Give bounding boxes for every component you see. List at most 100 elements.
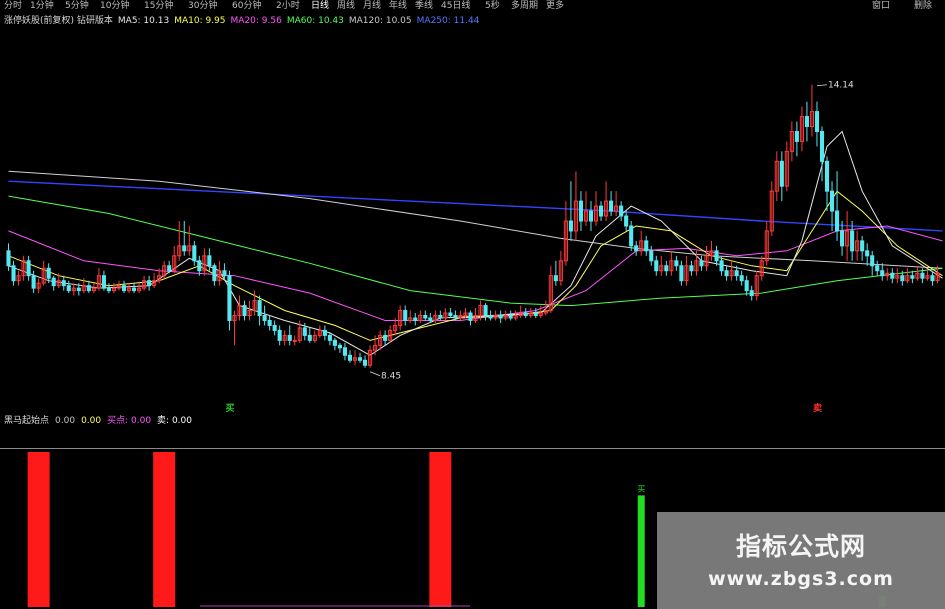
candle-body bbox=[277, 329, 282, 341]
candle-body bbox=[292, 339, 297, 342]
price-annotation: 8.45 bbox=[381, 372, 401, 382]
candle-body bbox=[850, 230, 855, 252]
candle-body bbox=[779, 160, 784, 187]
signal-marker: 买 bbox=[225, 403, 234, 414]
candle-body bbox=[588, 210, 594, 222]
candle-body bbox=[714, 250, 719, 262]
candle-body bbox=[76, 287, 81, 292]
candle-body bbox=[121, 285, 127, 292]
ma120-line bbox=[8, 170, 943, 269]
candle-body bbox=[624, 215, 629, 227]
candle-body bbox=[182, 245, 187, 252]
candle-body bbox=[302, 327, 307, 336]
candle-body bbox=[327, 334, 332, 341]
watermark-url: www.zbgs3.com bbox=[708, 568, 894, 590]
candle-body bbox=[61, 280, 66, 287]
candle-body bbox=[533, 312, 538, 316]
candle-body bbox=[26, 260, 31, 277]
candle-body bbox=[900, 275, 905, 282]
candle-body bbox=[634, 245, 639, 252]
candle-body bbox=[840, 230, 845, 247]
candle-body bbox=[227, 275, 232, 321]
candle-body bbox=[147, 280, 152, 287]
candle-body bbox=[664, 265, 669, 272]
candle-body bbox=[167, 265, 172, 272]
signal-bar-label: 买 bbox=[637, 484, 645, 493]
candle-body bbox=[332, 339, 337, 346]
candle-body bbox=[649, 250, 654, 262]
indicator-legend-item: 买点: 0.00 bbox=[107, 416, 152, 426]
candle-body bbox=[819, 130, 825, 162]
signal-bar bbox=[153, 452, 176, 607]
candle-body bbox=[824, 160, 830, 192]
candle-body bbox=[403, 310, 408, 321]
signal-bar bbox=[637, 495, 645, 607]
panel-divider bbox=[0, 448, 945, 449]
signal-bar bbox=[27, 452, 50, 607]
candle-body bbox=[890, 272, 895, 279]
candle-body bbox=[428, 317, 433, 321]
annotation-pointer bbox=[369, 371, 381, 377]
candle-body bbox=[267, 319, 272, 326]
candle-body bbox=[739, 275, 744, 282]
candle-body bbox=[629, 225, 634, 247]
candle-body bbox=[644, 240, 649, 252]
candle-body bbox=[362, 359, 368, 366]
candle-body bbox=[829, 190, 835, 212]
indicator-legend-title: 黑马起始点 bbox=[4, 416, 50, 426]
candle-body bbox=[383, 334, 388, 341]
signal-marker: 卖 bbox=[813, 402, 822, 414]
candle-body bbox=[814, 111, 820, 132]
candle-body bbox=[498, 315, 503, 319]
candle-body bbox=[357, 357, 363, 361]
candle-body bbox=[598, 205, 604, 217]
candle-body bbox=[523, 312, 528, 316]
candle-body bbox=[51, 277, 56, 287]
candle-body bbox=[347, 354, 353, 361]
candle-body bbox=[257, 300, 262, 317]
annotation-pointer bbox=[816, 84, 828, 87]
candle-body bbox=[272, 324, 277, 331]
indicator-legend: 黑马起始点 0.00 0.00 买点: 0.00 卖: 0.00 bbox=[4, 415, 198, 428]
candle-body bbox=[46, 267, 51, 279]
candle-body bbox=[674, 260, 679, 267]
candle-body bbox=[337, 344, 342, 349]
candle-body bbox=[11, 265, 16, 282]
signal-bar bbox=[429, 452, 452, 607]
indicator-legend-item: 卖: 0.00 bbox=[157, 416, 192, 426]
candle-body bbox=[322, 329, 327, 336]
candle-body bbox=[749, 290, 754, 297]
candle-body bbox=[875, 265, 880, 272]
candle-body bbox=[448, 312, 453, 316]
candle-body bbox=[794, 130, 799, 142]
candle-body bbox=[287, 334, 292, 341]
candle-body bbox=[192, 245, 197, 262]
candle-body bbox=[578, 200, 584, 222]
candle-body bbox=[835, 210, 840, 232]
candle-body bbox=[453, 315, 458, 319]
candle-body bbox=[654, 260, 659, 272]
candle-body bbox=[719, 260, 724, 272]
candle-body bbox=[262, 315, 267, 321]
candle-body bbox=[870, 255, 875, 267]
candle-body bbox=[724, 270, 729, 277]
candle-body bbox=[438, 315, 443, 319]
candle-body bbox=[699, 260, 704, 267]
watermark-title: 指标公式网 bbox=[735, 532, 866, 561]
ma60-line bbox=[8, 195, 943, 307]
candle-body bbox=[131, 287, 137, 292]
candle-body bbox=[212, 265, 217, 282]
candle-body bbox=[865, 250, 870, 257]
candle-body bbox=[920, 272, 925, 279]
candle-body bbox=[101, 275, 106, 289]
candle-body bbox=[307, 334, 312, 341]
candle-body bbox=[66, 285, 71, 292]
candle-body bbox=[880, 270, 885, 277]
candle-body bbox=[31, 275, 36, 289]
candle-body bbox=[413, 317, 418, 321]
indicator-legend-item: 0.00 bbox=[81, 416, 102, 426]
candle-body bbox=[609, 200, 614, 212]
candle-body bbox=[242, 305, 247, 317]
candle-body bbox=[568, 220, 573, 232]
price-annotation: 14.14 bbox=[828, 81, 854, 91]
